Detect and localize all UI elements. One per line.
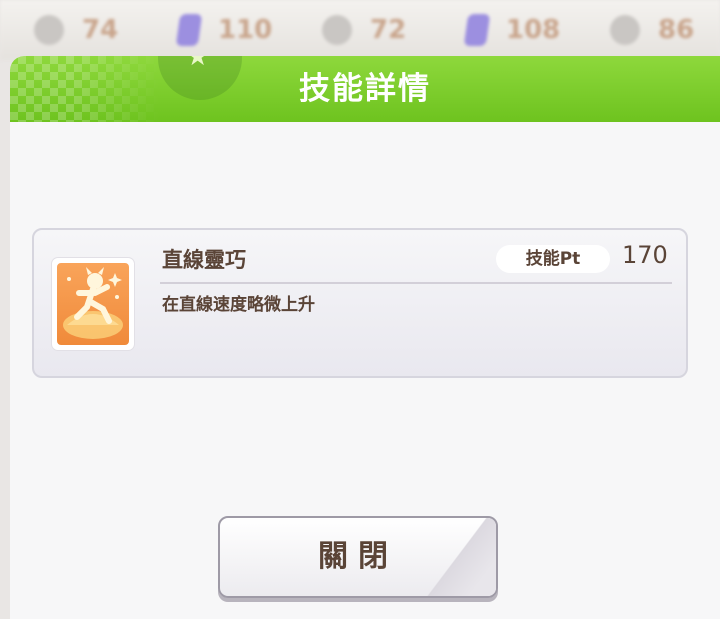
running-figure-icon (57, 263, 129, 345)
stat-value: 110 (218, 15, 273, 45)
skill-pt-value: 170 (622, 241, 668, 269)
dialog-title: 技能詳情 (299, 71, 431, 107)
divider (160, 282, 672, 284)
power-stat-icon (322, 15, 352, 45)
skill-icon-frame (52, 258, 134, 350)
skill-pt-badge: 技能Pt (496, 245, 610, 273)
close-button[interactable]: 關閉 (218, 516, 498, 598)
skill-description: 在直線速度略微上升 (162, 295, 315, 315)
stat-value: 86 (658, 15, 695, 45)
speed-stat-icon (34, 15, 64, 45)
stat-wisdom: 86 (576, 15, 720, 45)
skill-name: 直線靈巧 (162, 248, 246, 272)
skill-details-dialog: ★ 技能詳情 直線靈巧 技能Pt 170 在直線速度略微上升 關閉 (10, 56, 720, 619)
background-stats-bar: 74 110 72 108 86 (0, 0, 720, 60)
stat-power: 72 (288, 15, 432, 45)
guts-stat-icon (463, 14, 491, 46)
dialog-header: ★ 技能詳情 (10, 56, 720, 122)
skill-card: 直線靈巧 技能Pt 170 在直線速度略微上升 (32, 228, 688, 378)
close-button-label: 關閉 (318, 539, 398, 574)
stat-speed: 74 (0, 15, 144, 45)
stat-stamina: 110 (144, 14, 288, 46)
wisdom-stat-icon (610, 15, 640, 45)
stat-value: 108 (506, 15, 561, 45)
stamina-stat-icon (175, 14, 203, 46)
stat-value: 74 (82, 15, 119, 45)
stat-value: 72 (370, 15, 407, 45)
stat-guts: 108 (432, 14, 576, 46)
